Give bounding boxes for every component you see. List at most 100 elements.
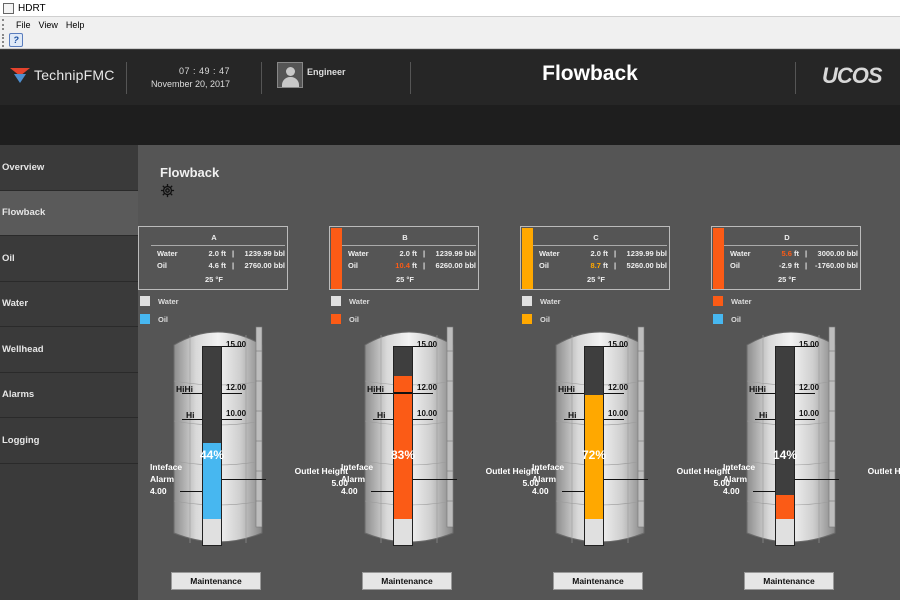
menu-help[interactable]: Help (66, 20, 85, 30)
water-level: 2.0 ft (590, 249, 608, 258)
info-divider (151, 245, 285, 246)
level-gauge (202, 346, 222, 546)
hihi-label: HiHi (558, 384, 575, 394)
tick-label-15: 15.00 (417, 340, 438, 349)
water-fill (585, 519, 603, 545)
oil-label: Oil (157, 261, 168, 270)
ucos-logo: UCOS (822, 63, 883, 88)
water-level: 5.6 ft (781, 249, 799, 258)
oil-volume: 6260.00 bbl (435, 261, 476, 270)
menu-grip-icon[interactable] (2, 19, 8, 30)
level-gauge (584, 346, 604, 546)
legend-oil-swatch (713, 314, 723, 324)
toolbar: ? (0, 32, 900, 49)
fill-percentage: 44% (200, 448, 225, 462)
header-divider (261, 62, 262, 94)
separator: | (805, 249, 808, 258)
legend-water-swatch (713, 296, 723, 306)
tank-panel-b: B Water 2.0 ft | 1239.99 bbl Oil 10.4 ft… (329, 226, 539, 591)
interface-alarm-label: Inteface Alarm 4.00 (723, 462, 756, 496)
tick-label-10: 10.00 (799, 409, 820, 418)
tank-info-box: C Water 2.0 ft | 1239.99 bbl Oil 8.7 ft … (520, 226, 670, 290)
sidebar-item-oil[interactable]: Oil (0, 236, 138, 282)
oil-level: 10.4 ft (395, 261, 417, 270)
tank-temperature: 25 °F (395, 275, 414, 284)
technipfmc-logo-icon (10, 68, 30, 83)
separator: | (423, 261, 426, 270)
legend-oil-label: Oil (731, 314, 742, 324)
user-role: Engineer (307, 67, 346, 77)
water-volume: 1239.99 bbl (244, 249, 285, 258)
header-band (0, 105, 900, 145)
level-gauge (393, 346, 413, 546)
separator: | (805, 261, 808, 270)
sidebar-item-flowback[interactable]: Flowback (0, 190, 138, 236)
tick-label-15: 15.00 (799, 340, 820, 349)
menu-file[interactable]: File (16, 20, 31, 30)
outlet-height-label: Outlet Height5.00 (867, 466, 900, 476)
maintenance-button[interactable]: Maintenance (362, 572, 452, 590)
legend-oil: Oil (522, 314, 550, 324)
water-label: Water (539, 249, 560, 258)
help-icon[interactable]: ? (9, 33, 23, 47)
maintenance-button[interactable]: Maintenance (553, 572, 643, 590)
interface-alarm-tick (371, 491, 393, 492)
separator: | (423, 249, 426, 258)
tick-label-10: 10.00 (608, 409, 629, 418)
tank-panel-c: C Water 2.0 ft | 1239.99 bbl Oil 8.7 ft … (520, 226, 730, 591)
tick-label-12: 12.00 (226, 383, 247, 392)
clock-date: November 20, 2017 (150, 79, 230, 89)
tank-panel-d: D Water 5.6 ft | 3000.00 bbl Oil -2.9 ft… (711, 226, 900, 591)
hihi-label: HiHi (749, 384, 766, 394)
gear-icon[interactable] (160, 183, 175, 198)
user-avatar[interactable] (277, 62, 303, 88)
sidebar-item-alarms[interactable]: Alarms (0, 373, 138, 418)
oil-level: -2.9 ft (778, 261, 799, 270)
logo-text: TechnipFMC (34, 67, 115, 83)
tick-12 (604, 393, 624, 394)
maintenance-button[interactable]: Maintenance (744, 572, 834, 590)
hi-label: Hi (377, 410, 386, 420)
sidebar-item-water[interactable]: Water (0, 282, 138, 327)
fill-percentage: 83% (391, 448, 416, 462)
legend-oil: Oil (331, 314, 359, 324)
legend-water-label: Water (540, 296, 561, 306)
menu-view[interactable]: View (39, 20, 58, 30)
tank-id: A (211, 233, 217, 242)
avatar-head (286, 67, 295, 76)
separator: | (614, 249, 617, 258)
legend-oil: Oil (713, 314, 741, 324)
tick-12 (222, 393, 242, 394)
tank-id: B (402, 233, 408, 242)
interface-alarm-tick (180, 491, 202, 492)
sidebar-item-overview[interactable]: Overview (0, 145, 138, 191)
tank-info-box: B Water 2.0 ft | 1239.99 bbl Oil 10.4 ft… (329, 226, 479, 290)
tank-info-box: A Water 2.0 ft | 1239.99 bbl Oil 4.6 ft … (138, 226, 288, 290)
oil-label: Oil (539, 261, 550, 270)
interface-alarm-label: Inteface Alarm 4.00 (150, 462, 183, 496)
water-label: Water (348, 249, 369, 258)
tank-id: D (784, 233, 790, 242)
menu-bar: File View Help (0, 17, 900, 32)
hi-label: Hi (186, 410, 195, 420)
fill-percentage: 72% (582, 448, 607, 462)
level-fill (776, 495, 794, 519)
hi-label: Hi (759, 410, 768, 420)
outlet-height-tick (413, 479, 457, 480)
toolbar-grip-icon[interactable] (2, 33, 6, 47)
legend-water: Water (331, 296, 370, 306)
sidebar-item-wellhead[interactable]: Wellhead (0, 327, 138, 373)
oil-label: Oil (730, 261, 741, 270)
hihi-mark (394, 392, 412, 394)
sidebar-item-logging[interactable]: Logging (0, 418, 138, 464)
maintenance-button[interactable]: Maintenance (171, 572, 261, 590)
tick-10 (413, 419, 433, 420)
oil-label: Oil (348, 261, 359, 270)
tick-10 (222, 419, 242, 420)
water-level: 2.0 ft (399, 249, 417, 258)
level-gauge (775, 346, 795, 546)
info-divider (533, 245, 667, 246)
tick-10 (795, 419, 815, 420)
tick-label-12: 12.00 (608, 383, 629, 392)
water-fill (203, 519, 221, 545)
